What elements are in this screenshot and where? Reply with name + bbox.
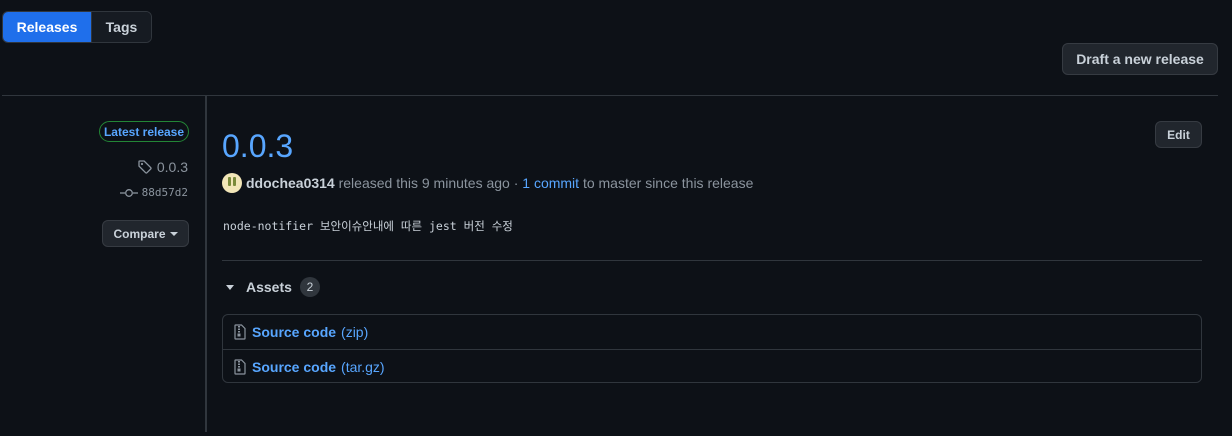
releases-tags-toggle: Releases Tags <box>2 11 152 43</box>
tag-link[interactable]: 0.0.3 <box>137 159 188 175</box>
author-link[interactable]: ddochea0314 <box>246 175 335 191</box>
file-zip-icon <box>233 324 247 340</box>
commit-sha: 88d57d2 <box>141 186 188 199</box>
latest-release-badge: Latest release <box>99 121 189 142</box>
tag-name: 0.0.3 <box>156 159 188 175</box>
file-zip-icon <box>233 358 247 375</box>
triangle-down-icon <box>226 284 234 290</box>
releases-page: Releases Tags Draft a new release Latest… <box>0 0 1232 436</box>
assets-list: Source code (zip) Source code (tar.gz) <box>222 314 1202 383</box>
compare-label: Compare <box>113 226 166 241</box>
assets-divider <box>222 260 1202 261</box>
released-text: released this 9 minutes ago · <box>334 175 523 191</box>
commit-link[interactable]: 88d57d2 <box>119 186 188 199</box>
asset-ext[interactable]: (tar.gz) <box>341 359 385 375</box>
asset-name[interactable]: Source code <box>252 359 336 375</box>
list-item[interactable]: Source code (tar.gz) <box>223 349 1201 382</box>
compare-button[interactable]: Compare <box>102 220 189 247</box>
release-notes: node-notifier 보안이슈안내에 따른 jest 버전 수정 <box>223 219 513 233</box>
tab-releases[interactable]: Releases <box>3 12 91 42</box>
tag-icon <box>137 159 153 175</box>
asset-ext[interactable]: (zip) <box>341 324 368 340</box>
git-commit-icon <box>119 187 138 199</box>
asset-name[interactable]: Source code <box>252 324 336 340</box>
tab-tags[interactable]: Tags <box>91 12 151 42</box>
assets-label: Assets <box>246 279 292 295</box>
assets-count-badge: 2 <box>299 277 320 297</box>
edit-button[interactable]: Edit <box>1155 121 1202 148</box>
release-meta: ddochea0314 released this 9 minutes ago … <box>222 173 753 193</box>
top-divider <box>2 95 1218 96</box>
assets-toggle[interactable]: Assets 2 <box>226 277 320 297</box>
timeline-line <box>205 96 207 432</box>
commits-link[interactable]: 1 commit <box>522 175 579 191</box>
since-text: to master since this release <box>579 175 754 191</box>
release-title[interactable]: 0.0.3 <box>222 126 293 166</box>
draft-new-release-button[interactable]: Draft a new release <box>1062 43 1218 75</box>
list-item[interactable]: Source code (zip) <box>223 315 1201 349</box>
triangle-down-icon <box>169 231 178 236</box>
avatar[interactable] <box>222 173 242 193</box>
